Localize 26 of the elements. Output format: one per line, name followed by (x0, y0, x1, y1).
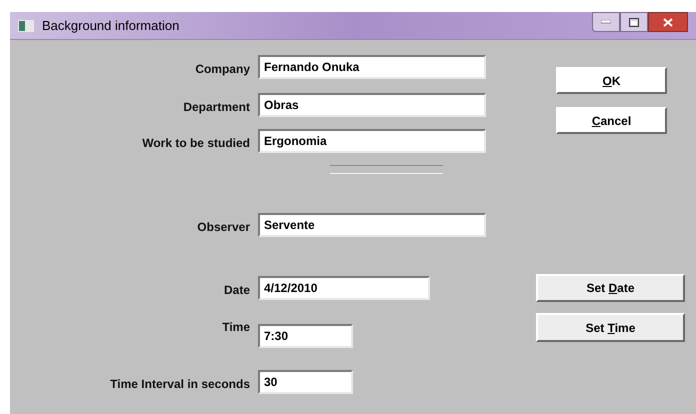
maximize-button[interactable] (620, 12, 648, 32)
field-label: Company (194, 61, 251, 78)
window-title: Background information (42, 16, 180, 35)
close-icon (663, 18, 673, 26)
minimize-button[interactable] (592, 12, 620, 32)
field-label: Work to be studied (141, 135, 251, 152)
maximize-icon (629, 18, 639, 26)
text-field[interactable]: Servente (258, 213, 486, 237)
text-field[interactable]: 7:30 (258, 324, 353, 348)
field-label: Date (222, 282, 251, 299)
set-time-button[interactable]: Set Time (536, 313, 685, 342)
app-icon (18, 20, 34, 32)
field-label: Department (182, 99, 251, 116)
text-field[interactable]: 30 (258, 370, 353, 394)
ok-button[interactable]: OK (556, 67, 667, 94)
cancel-button[interactable]: Cancel (556, 107, 667, 134)
field-label: Time Interval in seconds (109, 376, 251, 393)
text-field[interactable]: Fernando Onuka (258, 55, 486, 79)
field-label: Time (221, 319, 251, 336)
minimize-icon (601, 20, 611, 24)
close-button[interactable] (648, 12, 688, 32)
text-field[interactable]: 4/12/2010 (258, 276, 430, 300)
text-field[interactable]: Ergonomia (258, 129, 486, 153)
text-field[interactable]: Obras (258, 93, 486, 117)
set-date-button[interactable]: Set Date (536, 274, 685, 302)
field-label: Observer (196, 219, 251, 236)
